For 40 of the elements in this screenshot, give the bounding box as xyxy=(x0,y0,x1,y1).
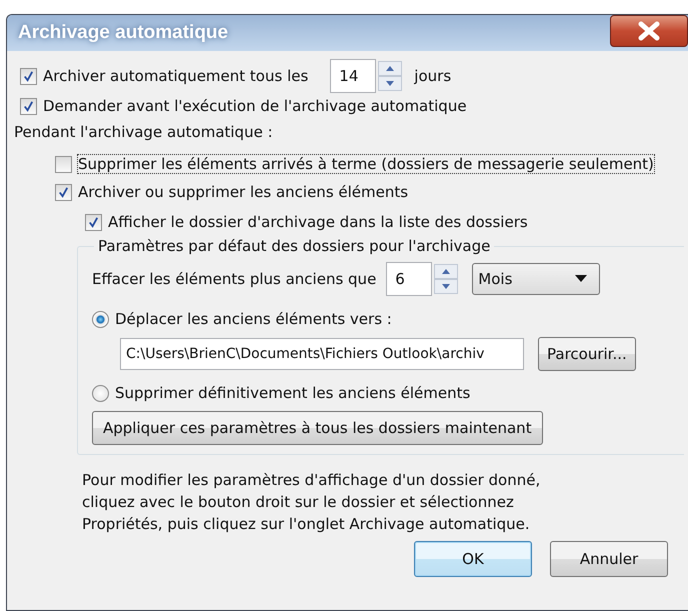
check-icon xyxy=(22,100,35,112)
dropdown-arrow-icon xyxy=(575,275,588,283)
section-label: Pendant l'archivage automatique : xyxy=(14,123,273,141)
checkbox-label: Afficher le dossier d'archivage dans la liste des dossiers xyxy=(108,213,528,231)
unit-dropdown[interactable]: Mois xyxy=(472,263,600,295)
checkbox[interactable] xyxy=(85,214,102,230)
spin-value: 6 xyxy=(386,262,432,296)
check-icon xyxy=(57,186,70,198)
close-button[interactable] xyxy=(610,15,688,47)
dialog-button[interactable]: Annuler xyxy=(550,541,668,577)
checkbox-label: Archiver automatiquement tous les xyxy=(43,67,308,85)
window-title: Archivage automatique xyxy=(18,22,228,44)
apply-button[interactable]: Appliquer ces paramètres à tous les dossiers maintenant xyxy=(92,411,543,445)
close-icon xyxy=(636,21,662,41)
checkbox[interactable] xyxy=(55,184,72,200)
help-text: Pour modifier les paramètres d'affichage d'un dossier donné, cliquez avec le bouton droit sur le dossier et sélectionnez Propriétés, puis cliquez sur l'onglet Archivage automatique. xyxy=(82,470,542,535)
radio-label: Déplacer les anciens éléments vers : xyxy=(115,310,392,328)
dialog-button[interactable]: OK xyxy=(414,541,532,577)
checkbox-label: Supprimer les éléments arrivés à terme (dossiers de messagerie seulement) xyxy=(78,155,654,173)
dropdown-value: Mois xyxy=(478,270,512,288)
path-field[interactable]: C:\Users\BrienC\Documents\Fichiers Outlook\archiv xyxy=(120,338,524,370)
checkbox-label: Demander avant l'exécution de l'archivage automatique xyxy=(43,97,467,115)
radio-label: Supprimer définitivement les anciens éléments xyxy=(115,384,470,402)
spin-box[interactable]: 6 xyxy=(386,262,458,296)
unit-label: jours xyxy=(414,67,452,85)
spin-box[interactable]: 14 xyxy=(330,59,402,93)
checkbox[interactable] xyxy=(20,68,37,84)
checkbox[interactable] xyxy=(20,98,37,114)
browse-button[interactable]: Parcourir... xyxy=(538,337,636,371)
group-title: Paramètres par défaut des dossiers pour l'archivage xyxy=(97,237,492,255)
check-icon xyxy=(22,70,35,82)
spin-value: 14 xyxy=(330,59,376,93)
radio-button[interactable] xyxy=(92,310,109,328)
field-label: Effacer les éléments plus anciens que xyxy=(92,270,376,288)
spin-arrows-icon xyxy=(378,61,402,91)
radio-button[interactable] xyxy=(92,384,109,402)
checkbox-label: Archiver ou supprimer les anciens éléments xyxy=(78,183,408,201)
checkbox[interactable] xyxy=(55,156,72,172)
spin-arrows-icon xyxy=(434,264,458,294)
check-icon xyxy=(87,216,100,228)
